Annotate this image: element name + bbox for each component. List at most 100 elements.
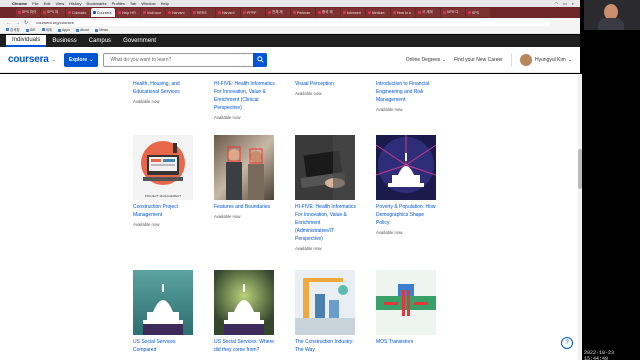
coursera-logo[interactable]: coursera [8, 54, 49, 65]
course-title[interactable]: MOS Transistors [376, 338, 438, 346]
course-card[interactable]: Poverty & Population: How Demographics S… [376, 135, 438, 236]
course-title[interactable]: US Social Services: Where did they come … [214, 338, 276, 354]
course-card[interactable]: Visual Perception Available now [295, 80, 357, 97]
course-title[interactable]: Construction Project Management [133, 203, 195, 219]
course-thumbnail[interactable] [295, 270, 355, 335]
course-title[interactable]: Introduction to Financial Engineering an… [376, 80, 438, 104]
browser-tab[interactable]: Harvard [216, 8, 240, 17]
browser-tab[interactable]: Perlman [291, 8, 315, 17]
course-thumbnail[interactable] [214, 135, 274, 200]
browser-tab[interactable]: SPS 파이 [16, 8, 40, 17]
browser-tab[interactable]: Harvard [166, 8, 190, 17]
course-card[interactable]: US Social Services Compared [133, 270, 195, 354]
browser-tab[interactable]: RFRS [191, 8, 215, 17]
search-icon[interactable]: ⌕ [572, 1, 574, 6]
browser-tab[interactable]: Informed [341, 8, 365, 17]
search-input[interactable]: What do you want to learn? [103, 52, 254, 67]
course-thumbnail[interactable] [295, 135, 355, 200]
user-menu[interactable]: Hyungyul Kim ⌄ [519, 53, 572, 66]
back-icon[interactable]: ← [6, 20, 11, 26]
battery-icon[interactable]: ▭ [563, 1, 567, 6]
course-title[interactable]: The Construction Industry: The Way [295, 338, 357, 354]
bookmark-item[interactable]: About [76, 28, 89, 32]
menu-edit[interactable]: Edit [44, 1, 51, 6]
browser-tab[interactable]: Help HFI [116, 8, 140, 17]
browser-tab[interactable]: Colorado [66, 8, 90, 17]
browser-tab[interactable]: 서 세계 [416, 8, 440, 17]
course-title[interactable]: Features and Boundaries [214, 203, 276, 211]
browser-tab[interactable]: Medium [366, 8, 390, 17]
menu-tab[interactable]: Tab [130, 1, 136, 6]
chevron-down-icon: ⌄ [567, 56, 572, 63]
browser-tab[interactable]: NPR 다 [441, 8, 465, 17]
explore-button[interactable]: Explore ⌄ [63, 52, 99, 67]
menu-view[interactable]: View [55, 1, 64, 6]
bookmark-item[interactable]: IDE [26, 28, 36, 32]
menu-history[interactable]: History [69, 1, 81, 6]
tab-label: Harvard [172, 10, 185, 15]
url-input[interactable]: coursera.org/courses [32, 19, 550, 26]
browser-tab[interactable]: Visit cour [141, 8, 165, 17]
course-thumbnail[interactable]: PROJECT MANAGEMENT [133, 135, 193, 200]
browser-tab-active[interactable]: Coursera [91, 8, 115, 17]
favicon-icon [343, 11, 346, 14]
bookmark-item[interactable]: 검색창 [6, 28, 20, 33]
course-card[interactable]: The Construction Industry: The Way [295, 270, 357, 354]
menu-help[interactable]: Help [161, 1, 169, 6]
scrollbar-thumb[interactable] [578, 149, 582, 189]
browser-tab[interactable]: 중국 제 [316, 8, 340, 17]
course-title[interactable]: HI-FIVE: Health Informatics For Innovati… [295, 203, 357, 243]
reload-icon[interactable]: ↻ [24, 20, 28, 26]
course-title[interactable]: HI-FIVE: Health Informatics For Innovati… [214, 80, 276, 112]
divider [510, 52, 512, 67]
page-scrollbar[interactable] [578, 74, 582, 360]
browser-tab[interactable]: SPS [466, 8, 490, 17]
course-title[interactable]: Visual Perception [295, 80, 357, 88]
browser-tab[interactable]: SPS 파 [41, 8, 65, 17]
tab-label: 중국 제 [322, 10, 333, 14]
online-degrees-menu[interactable]: Online Degrees ⌄ [406, 57, 446, 63]
course-card[interactable]: Health, Housing, and Educational Service… [133, 80, 195, 105]
course-thumbnail[interactable] [376, 270, 436, 335]
course-card[interactable]: HI-FIVE: Health Informatics For Innovati… [214, 80, 276, 121]
course-card[interactable]: HI-FIVE: Health Informatics For Innovati… [295, 135, 357, 252]
favicon-icon [93, 11, 96, 14]
chevron-down-icon[interactable]: ⌄ [52, 57, 56, 63]
tab-government[interactable]: Government [117, 35, 162, 47]
bookmark-item[interactable]: News [95, 28, 108, 32]
bookmark-item[interactable]: 세계 [42, 28, 52, 33]
course-thumbnail[interactable] [214, 270, 274, 335]
browser-tab[interactable]: How to a [391, 8, 415, 17]
course-card[interactable]: Features and Boundaries Available now [214, 135, 276, 220]
search-button[interactable] [253, 52, 268, 67]
tab-business[interactable]: Business [46, 35, 82, 47]
course-title[interactable]: Health, Housing, and Educational Service… [133, 80, 195, 96]
course-card[interactable]: US Social Services: Where did they come … [214, 270, 276, 354]
menu-profiles[interactable]: Profiles [112, 1, 125, 6]
menu-bookmarks[interactable]: Bookmarks [87, 1, 107, 6]
wifi-icon[interactable]: ◠ [554, 1, 558, 6]
course-card[interactable]: MOS Transistors [376, 270, 438, 346]
help-button[interactable]: ? [561, 337, 573, 349]
course-card[interactable]: PROJECT MANAGEMENT Construction Project … [133, 135, 195, 228]
course-thumbnail[interactable] [376, 135, 436, 200]
course-title[interactable]: Poverty & Population: How Demographics S… [376, 203, 438, 227]
course-card[interactable]: Introduction to Financial Engineering an… [376, 80, 438, 113]
career-link[interactable]: Find your New Career [454, 57, 503, 63]
tab-label: Medium [372, 10, 385, 15]
menu-file[interactable]: File [32, 1, 38, 6]
forward-icon[interactable]: → [15, 20, 20, 26]
menu-app[interactable]: Chrome [12, 1, 27, 6]
bookmark-item[interactable]: Apps [58, 28, 70, 32]
course-title[interactable]: US Social Services Compared [133, 338, 195, 354]
tab-individuals[interactable]: Individuals [6, 35, 47, 47]
capitol-icon [224, 284, 264, 335]
favicon-icon [218, 11, 221, 14]
browser-tab[interactable]: 전체 제 [266, 8, 290, 17]
menu-window[interactable]: Window [141, 1, 155, 6]
browser-tab[interactable]: PPPP [241, 8, 265, 17]
course-availability: Available now [214, 214, 241, 219]
tab-label: Colorado [72, 10, 87, 15]
course-thumbnail[interactable] [133, 270, 193, 335]
tab-campus[interactable]: Campus [83, 35, 117, 47]
